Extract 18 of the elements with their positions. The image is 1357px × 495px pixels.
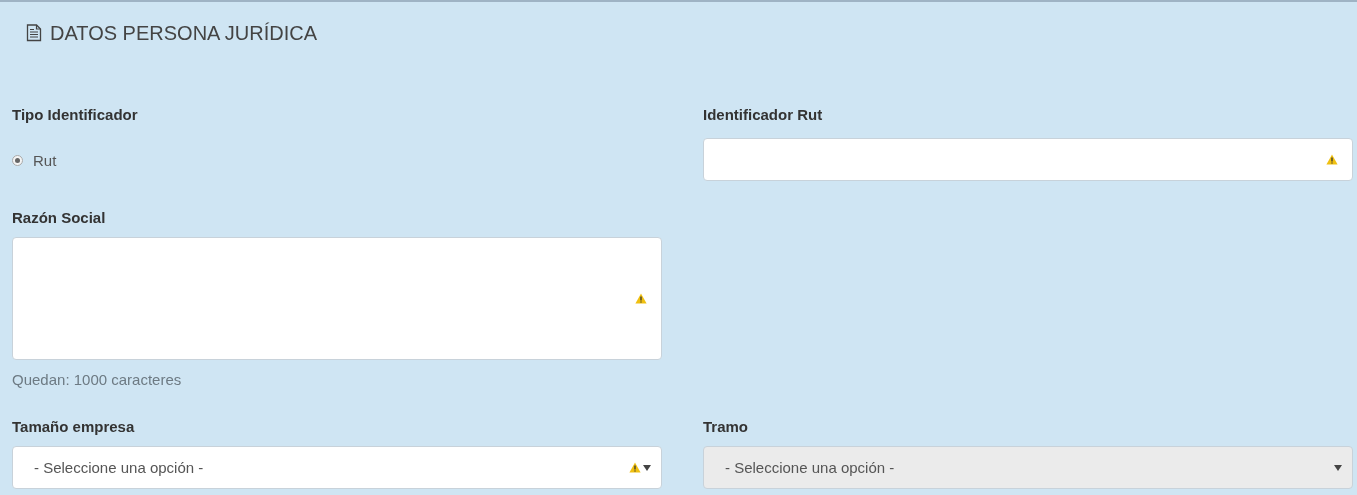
caret-icon <box>1334 464 1342 471</box>
warning-icon <box>629 462 641 473</box>
radio-button[interactable] <box>12 154 23 166</box>
field-label: Tamaño empresa <box>12 418 136 437</box>
field-label: Tramo <box>703 418 749 437</box>
character-count: Quedan: 1000 caracteres <box>12 371 183 388</box>
text-area[interactable] <box>12 237 662 360</box>
radio-label: Rut <box>33 151 57 169</box>
field-label: Razón Social <box>12 209 107 228</box>
caret-icon <box>643 464 651 471</box>
warning-icon <box>1326 154 1338 165</box>
select-field[interactable]: - Seleccione una opción - <box>12 446 662 489</box>
field-label: Identificador Rut <box>703 106 824 125</box>
input-field[interactable] <box>703 138 1353 181</box>
warning-icon <box>635 293 647 304</box>
document-icon <box>26 24 42 42</box>
field-label: Tipo Identificador <box>12 106 139 125</box>
section-title: DATOS PERSONA JURÍDICA <box>50 21 318 45</box>
